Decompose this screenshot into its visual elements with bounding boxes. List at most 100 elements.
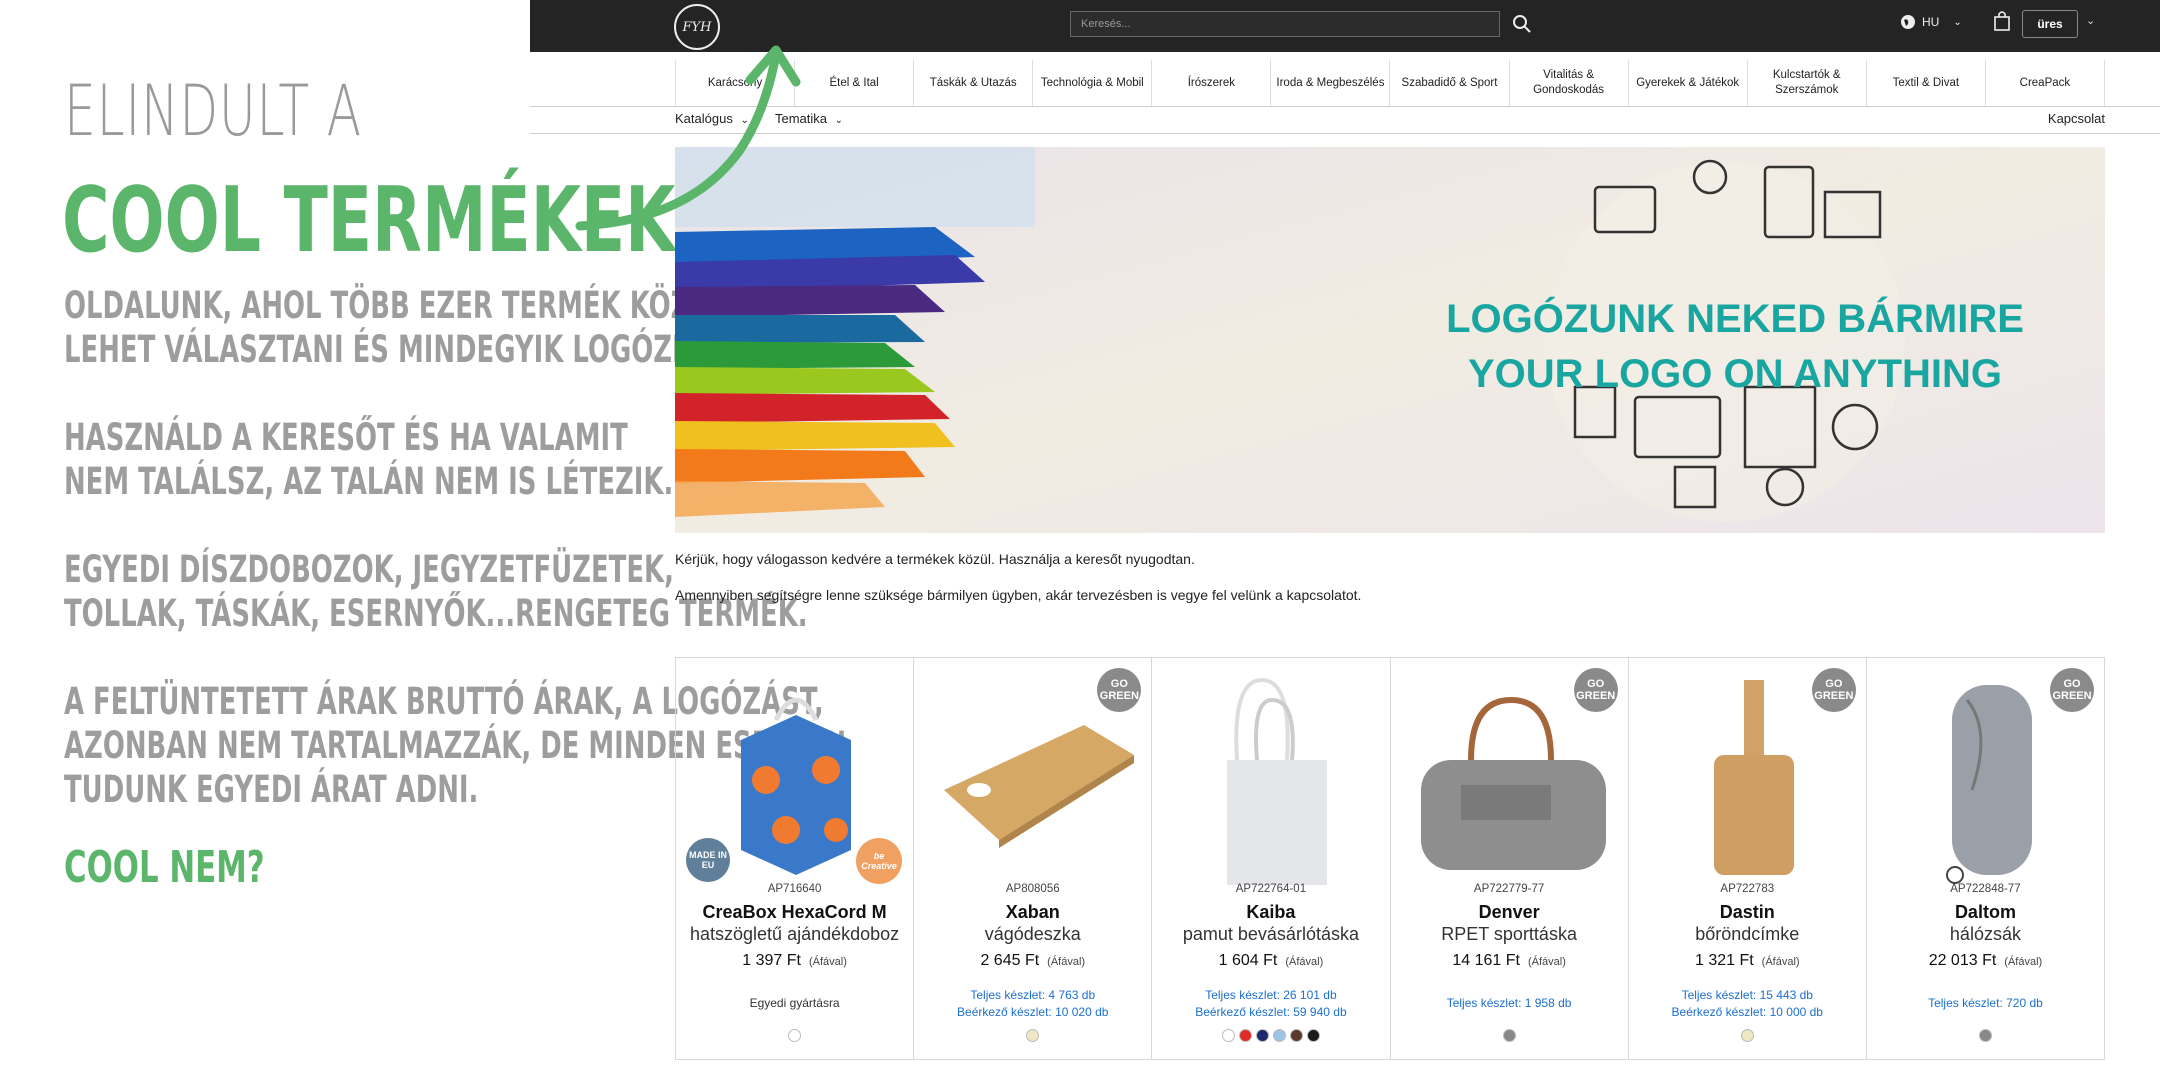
product-card[interactable]: GO GREEN AP722779-77 Denver RPET sporttáska 1… (1391, 658, 1629, 1059)
color-swatch[interactable] (1289, 1029, 1303, 1042)
search-input[interactable]: Keresés... (1070, 11, 1500, 37)
product-price: 1 604 Ft (Áfával) (1152, 952, 1389, 970)
vat-label: (Áfával) (2004, 956, 2043, 968)
go-green-badge: GO GREEN (1573, 668, 1618, 712)
vat-label: (Áfával) (1527, 956, 1566, 968)
chevron-down-icon: ⌄ (834, 115, 844, 126)
product-name[interactable]: Dastin (1629, 902, 1866, 923)
contact-link[interactable]: Kapcsolat (2048, 111, 2105, 126)
vat-label: (Áfával) (1761, 956, 1800, 968)
stock-total: Teljes készlet: 26 101 db (1205, 988, 1337, 1002)
category-item[interactable]: Táskák & Utazás (913, 60, 1032, 106)
color-swatches (676, 1029, 913, 1042)
category-item[interactable]: Vitalitás & Gondoskodás (1508, 60, 1628, 106)
product-name[interactable]: Daltom (1867, 902, 2104, 923)
category-item[interactable]: CreaPack (1984, 60, 2105, 106)
color-swatches (1391, 1029, 1628, 1042)
product-price: 1 397 Ft (Áfával) (676, 952, 913, 970)
made-in-eu-badge: MADE IN EU (686, 838, 730, 882)
color-swatch[interactable] (788, 1029, 802, 1042)
price-value: 22 013 Ft (1928, 952, 1997, 969)
stock-incoming: Beérkező készlet: 10 020 db (957, 1005, 1109, 1019)
product-description: hatszögletű ajándékdoboz (690, 924, 900, 944)
promo-paragraph-1: OLDALUNK, AHOL TÖBB EZER TERMÉK KÖZÜL LE… (64, 284, 761, 371)
category-item[interactable]: Gyerekek & Játékok (1627, 60, 1747, 106)
category-item[interactable]: Írószerek (1151, 60, 1270, 106)
color-swatches (914, 1029, 1151, 1042)
product-description: bőröndcímke (1695, 924, 1800, 944)
color-swatches (1152, 1029, 1389, 1042)
color-swatches (1629, 1029, 1866, 1042)
product-image[interactable] (1162, 670, 1380, 890)
cart-button[interactable]: üres (2022, 10, 2078, 38)
color-swatch[interactable] (1255, 1029, 1269, 1042)
color-swatch[interactable] (1238, 1029, 1252, 1042)
price-value: 1 604 Ft (1218, 952, 1278, 969)
vat-label: (Áfával) (1285, 956, 1324, 968)
chevron-down-icon[interactable]: ⌄ (2086, 14, 2095, 27)
stock-total: Teljes készlet: 15 443 db (1681, 988, 1813, 1002)
product-name[interactable]: CreaBox HexaCord M (676, 902, 913, 923)
go-green-badge-top: GO (1587, 678, 1605, 690)
shopping-bag-icon[interactable] (1992, 10, 2012, 32)
stock-total: Teljes készlet: 4 763 db (970, 988, 1096, 1002)
color-swatch[interactable] (1221, 1029, 1235, 1042)
color-swatch[interactable] (1978, 1029, 1992, 1042)
category-nav: Karácsony Étel & Ital Táskák & Utazás Techn… (675, 60, 2105, 106)
language-label: HU (1922, 15, 1940, 29)
go-green-badge-bottom: GREEN (1576, 690, 1616, 702)
stock-total: Teljes készlet: 1 958 db (1446, 996, 1572, 1010)
product-price: 1 321 Ft (Áfával) (1629, 952, 1866, 970)
category-item[interactable]: Iroda & Megbeszélés (1270, 60, 1389, 106)
go-green-badge-bottom: GREEN (1099, 690, 1139, 702)
category-item[interactable]: Szabadidő & Sport (1389, 60, 1508, 106)
color-swatch[interactable] (1502, 1029, 1516, 1042)
color-swatch[interactable] (1272, 1029, 1286, 1042)
color-swatches (1867, 1029, 2104, 1042)
color-swatch[interactable] (1740, 1029, 1754, 1042)
vat-label: (Áfával) (1047, 956, 1086, 968)
globe-icon (1901, 15, 1915, 29)
product-card[interactable]: MADE IN EU be Creative AP716640 CreaBox Hex… (676, 658, 915, 1059)
go-green-badge-bottom: GREEN (1814, 690, 1854, 702)
stock-incoming: Beérkező készlet: 59 940 db (1195, 1005, 1347, 1019)
chevron-down-icon: ⌄ (1953, 16, 1962, 28)
category-item[interactable]: Kulcstartók & Szerszámok (1746, 60, 1866, 106)
product-grid: MADE IN EU be Creative AP716640 CreaBox Hex… (675, 657, 2105, 1060)
product-card[interactable]: AP722764-01 Kaiba pamut bevásárlótáska 1 60… (1152, 658, 1391, 1059)
price-value: 14 161 Ft (1452, 952, 1520, 969)
custom-production-label: Egyedi gyártásra (749, 996, 840, 1010)
search-icon[interactable] (1510, 12, 1534, 36)
go-green-badge: GO GREEN (2050, 668, 2095, 712)
price-value: 1 397 Ft (742, 952, 801, 969)
product-code: AP722764-01 (1235, 883, 1307, 895)
price-value: 1 321 Ft (1694, 952, 1754, 969)
promo-paragraph-2: HASZNÁLD A KERESŐT ÉS HA VALAMIT NEM TAL… (64, 416, 674, 503)
category-item[interactable]: Technológia & Mobil (1032, 60, 1151, 106)
product-card[interactable]: GO GREEN AP722783 Dastin bőröndcímke 1 321 Ft… (1629, 658, 1867, 1059)
category-item[interactable]: Textil & Divat (1865, 60, 1985, 106)
color-swatch[interactable] (1306, 1029, 1320, 1042)
promo-heading-small: ELINDULT A (64, 70, 362, 152)
hero-banner[interactable]: LOGÓZUNK NEKED BÁRMIRE YOUR LOGO ON ANYT… (675, 147, 2105, 533)
promo-panel: ELINDULT A COOL TERMÉKEK OLDALUNK, AHOL … (0, 0, 846, 1080)
language-selector[interactable]: HU ⌄ (1900, 14, 1962, 30)
product-card[interactable]: GO GREEN AP808056 Xaban vágódeszka 2 645 Ft (Á… (914, 658, 1153, 1059)
product-name[interactable]: Xaban (914, 902, 1151, 923)
color-swatch[interactable] (1026, 1029, 1040, 1042)
product-code: AP722779-77 (1473, 883, 1545, 895)
go-green-badge-top: GO (2063, 678, 2081, 690)
promo-cool-question: COOL NEM? (64, 842, 265, 893)
stock-total: Teljes készlet: 720 db (1928, 996, 2043, 1010)
product-description: RPET sporttáska (1441, 924, 1577, 944)
product-name[interactable]: Kaiba (1152, 902, 1389, 923)
banner-illustration: LOGÓZUNK NEKED BÁRMIRE YOUR LOGO ON ANYT… (675, 147, 2105, 533)
product-name[interactable]: Denver (1391, 902, 1628, 923)
product-description: vágódeszka (984, 924, 1081, 944)
product-description: pamut bevásárlótáska (1182, 924, 1359, 944)
go-green-badge-bottom: GREEN (2052, 690, 2092, 702)
sub-nav: Katalógus ⌄ Tematika ⌄ Kapcsolat (675, 111, 2105, 133)
product-code: AP722848-77 (1950, 883, 2021, 895)
product-card[interactable]: GO GREEN AP722848-77 Daltom hálózsák 22 013 F… (1867, 658, 2104, 1059)
intro-text-2: Amennyiben segítségre lenne szüksége bár… (675, 587, 1362, 603)
